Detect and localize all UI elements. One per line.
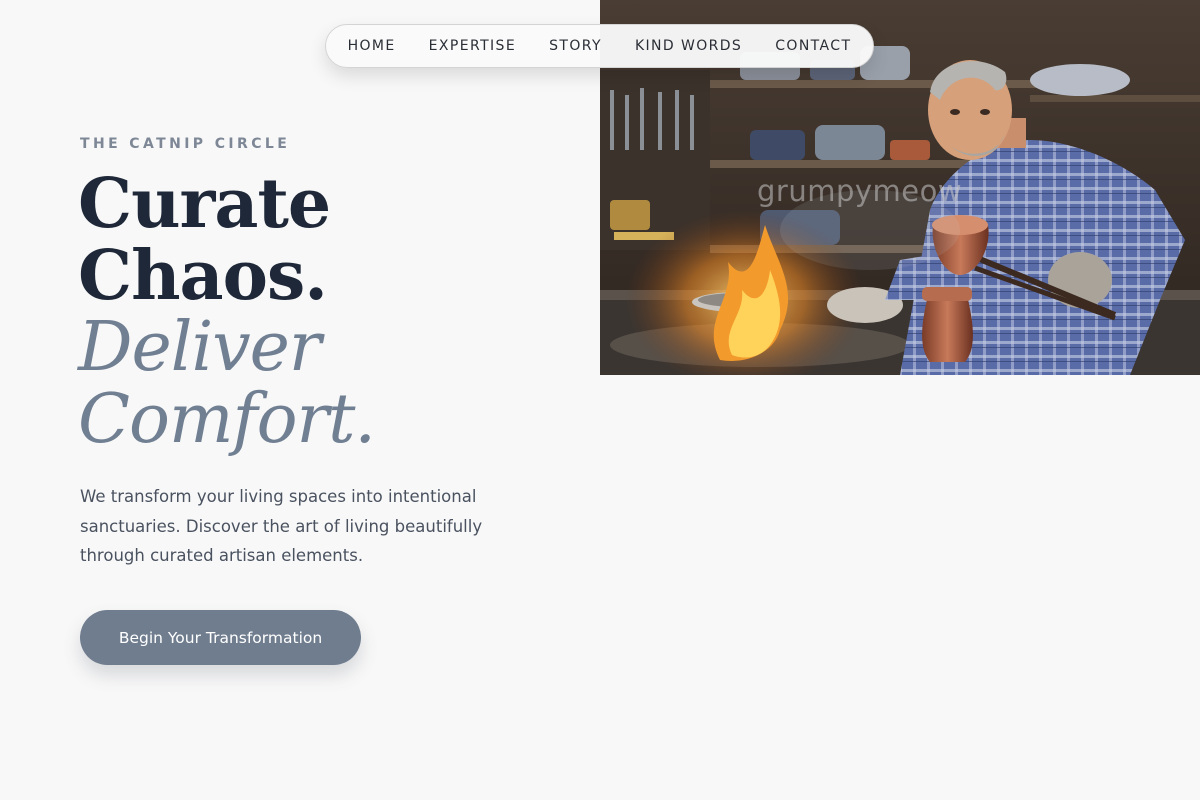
headline-line-4: Comfort. bbox=[78, 380, 376, 459]
begin-transformation-button[interactable]: Begin Your Transformation bbox=[80, 610, 361, 665]
headline-line-2: Chaos. bbox=[78, 236, 328, 316]
hero-headline: Curate Chaos. Deliver Comfort. bbox=[78, 168, 538, 456]
brand-eyebrow: THE CATNIP CIRCLE bbox=[80, 136, 291, 152]
nav-story-link[interactable]: STORY bbox=[549, 38, 602, 54]
image-watermark: grumpymeow bbox=[757, 174, 963, 208]
hero-description: We transform your living spaces into int… bbox=[80, 487, 483, 565]
nav-kind-words-link[interactable]: KIND WORDS bbox=[635, 38, 742, 54]
headline-line-3: Deliver bbox=[78, 308, 321, 387]
nav-contact-link[interactable]: CONTACT bbox=[775, 38, 851, 54]
headline-line-1: Curate bbox=[78, 164, 331, 244]
main-navigation: HOME EXPERTISE STORY KIND WORDS CONTACT bbox=[325, 24, 874, 68]
nav-home-link[interactable]: HOME bbox=[348, 38, 396, 54]
landing-page: grumpymeow HOME EXPERTISE STORY KIND WOR… bbox=[0, 0, 1200, 800]
nav-expertise-link[interactable]: EXPERTISE bbox=[429, 38, 516, 54]
